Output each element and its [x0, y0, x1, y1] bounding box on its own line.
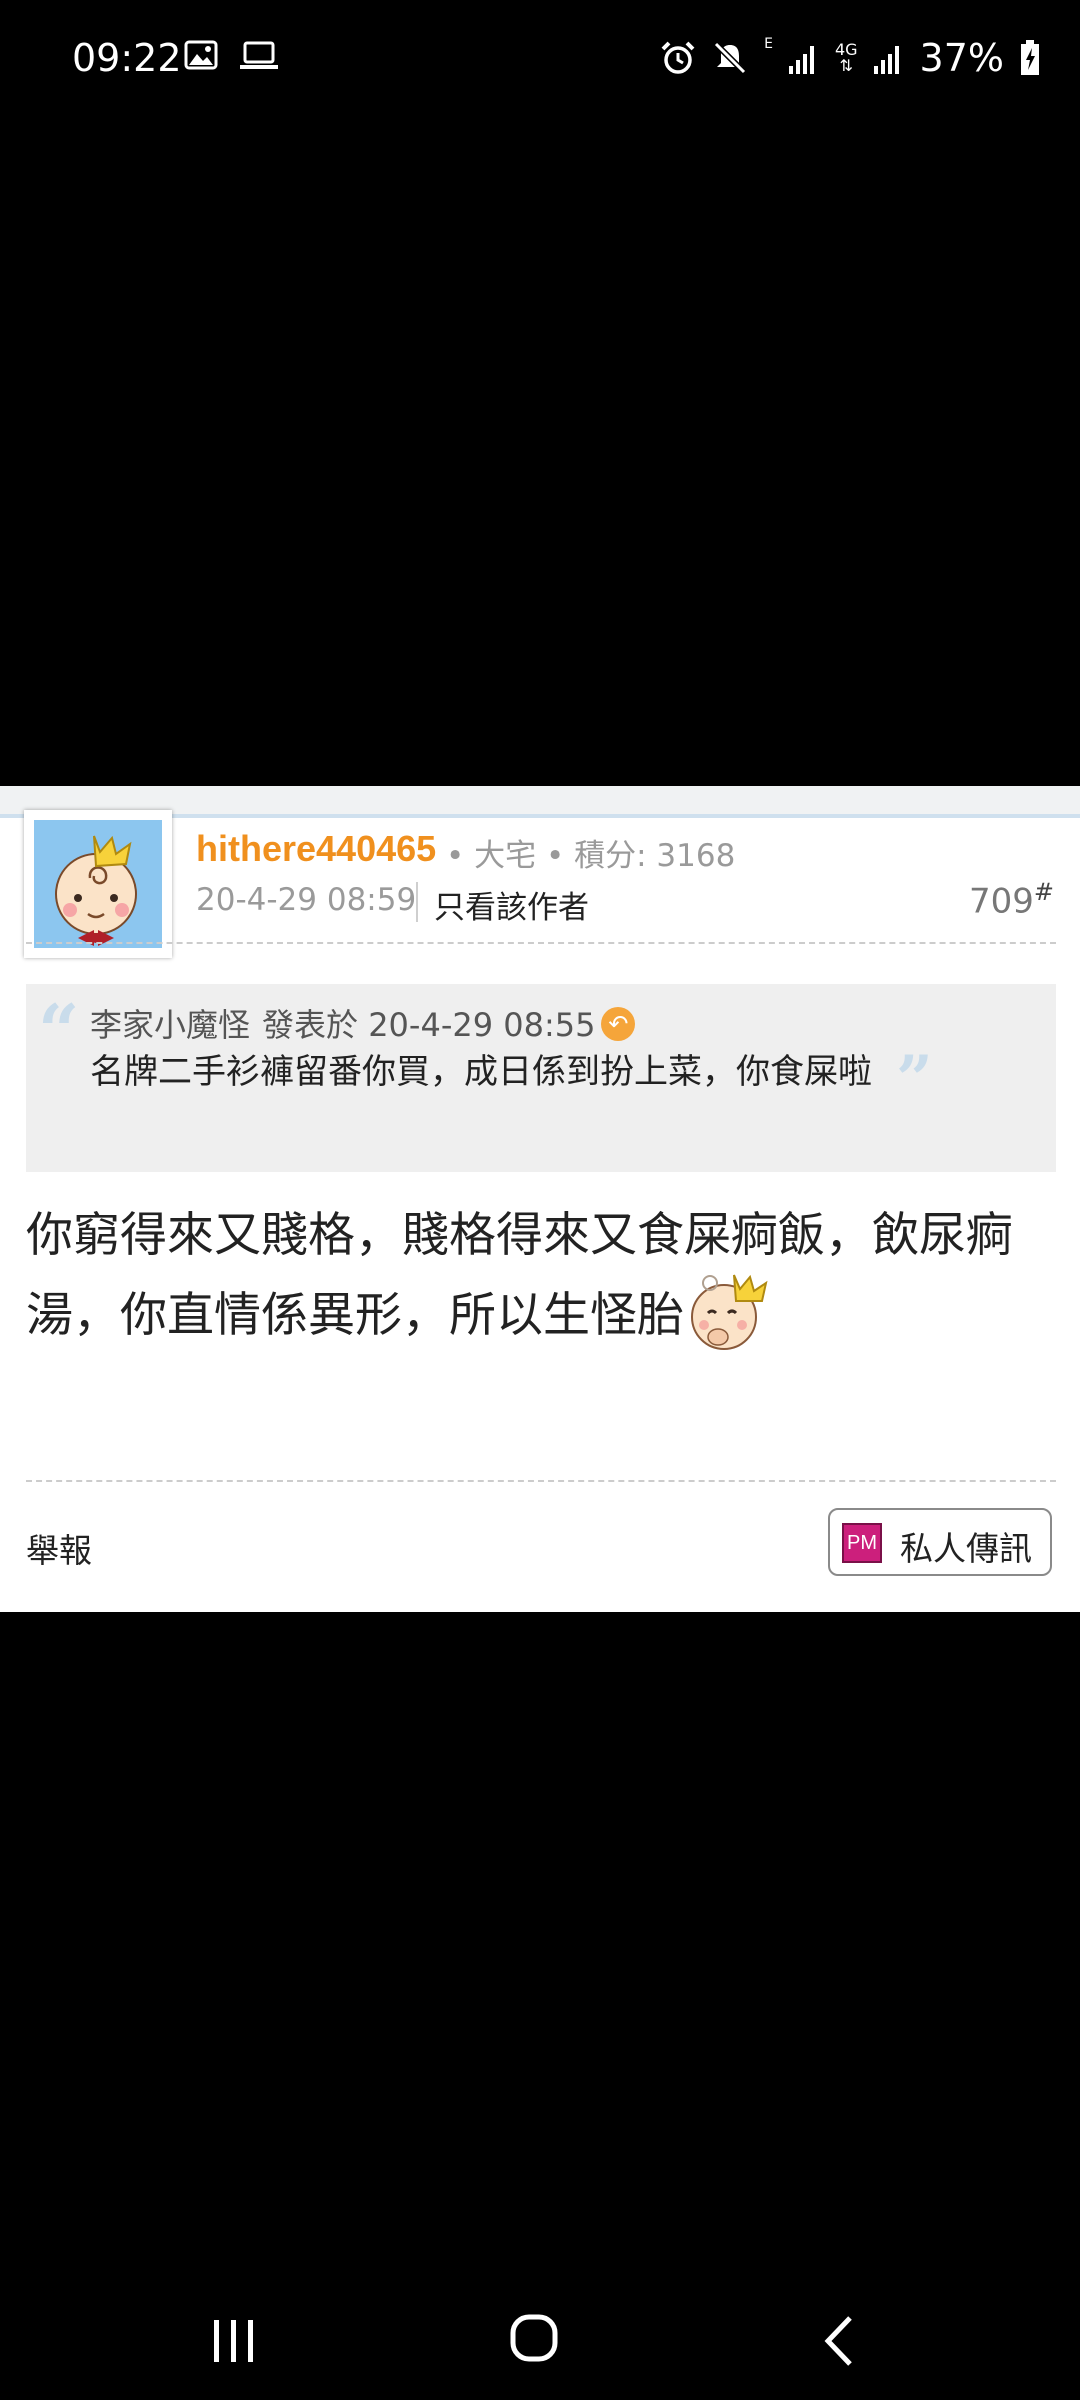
- network-e-label: E: [764, 36, 773, 52]
- only-author-link[interactable]: 只看該作者: [434, 882, 589, 927]
- back-icon[interactable]: [820, 2314, 860, 2368]
- divider: [26, 942, 1056, 944]
- signal-icon: [788, 46, 814, 74]
- post-body-text: 你窮得來又賤格，賤格得來又食屎痾飯，飲尿痾湯，你直情係異形，所以生怪胎: [26, 1208, 1013, 1343]
- status-time: 09:22: [72, 36, 182, 80]
- pm-icon: PM: [842, 1523, 882, 1563]
- baby-king-emoji-icon: [684, 1271, 776, 1355]
- avatar[interactable]: [24, 810, 172, 958]
- floor-number-text: 709: [968, 881, 1034, 922]
- avatar-image: [34, 820, 162, 948]
- pm-button-label: 私人傳訊: [900, 1529, 1032, 1568]
- network-4g-label: 4G ⇅: [834, 40, 858, 75]
- post-body: 你窮得來又賤格，賤格得來又食屎痾飯，飲尿痾湯，你直情係異形，所以生怪胎: [26, 1196, 1056, 1361]
- post-card: hithere440465 • 大宅 • 積分: 3168 20-4-29 08…: [0, 786, 1080, 1612]
- quote-text: 名牌二手衫褲留番你買，成日係到扮上菜，你食屎啦: [90, 1052, 872, 1092]
- mute-icon: [713, 41, 747, 75]
- laptop-icon: [240, 41, 278, 69]
- user-meta: • 大宅 • 積分: 3168: [446, 838, 736, 874]
- private-message-button[interactable]: PM 私人傳訊: [828, 1508, 1052, 1576]
- quote-block: “ 李家小魔怪 發表於 20-4-29 08:55 ↶ 名牌二手衫褲留番你買，成日係…: [26, 984, 1056, 1172]
- status-right-icons: E 4G ⇅ 37%: [660, 36, 1040, 80]
- floor-mark: #: [1033, 878, 1054, 906]
- post-date: 20-4-29 08:59: [196, 882, 417, 918]
- network-4g-text: 4G: [834, 40, 858, 59]
- battery-charging-icon: [1021, 40, 1039, 75]
- status-left-icons: [184, 40, 278, 70]
- post-username[interactable]: hithere440465: [196, 828, 436, 870]
- report-link[interactable]: 舉報: [26, 1524, 92, 1572]
- divider: [26, 1480, 1056, 1482]
- quote-posted-at: 發表於 20-4-29 08:55: [262, 1006, 596, 1044]
- meta-separator: [416, 882, 418, 922]
- quote-text-block: 名牌二手衫褲留番你買，成日係到扮上菜，你食屎啦”: [90, 1046, 1010, 1112]
- quote-author: 李家小魔怪: [90, 1006, 251, 1044]
- battery-percent: 37%: [919, 36, 1004, 80]
- home-icon[interactable]: [510, 2314, 558, 2362]
- floor-number: 709#: [969, 878, 1054, 921]
- jump-to-post-icon[interactable]: ↶: [601, 1007, 636, 1041]
- quote-header: 李家小魔怪 發表於 20-4-29 08:55 ↶: [90, 1000, 636, 1046]
- status-bar: 09:22 E 4G ⇅ 37%: [0, 0, 1080, 120]
- baby-king-avatar-icon: [55, 835, 137, 946]
- recent-apps-icon[interactable]: [212, 2320, 256, 2362]
- navigation-bar: [0, 2290, 1080, 2400]
- close-quote-icon: ”: [896, 1042, 933, 1117]
- alarm-icon: [661, 41, 695, 74]
- signal-icon: [873, 46, 899, 74]
- open-quote-icon: “: [38, 988, 80, 1073]
- image-icon: [184, 40, 218, 70]
